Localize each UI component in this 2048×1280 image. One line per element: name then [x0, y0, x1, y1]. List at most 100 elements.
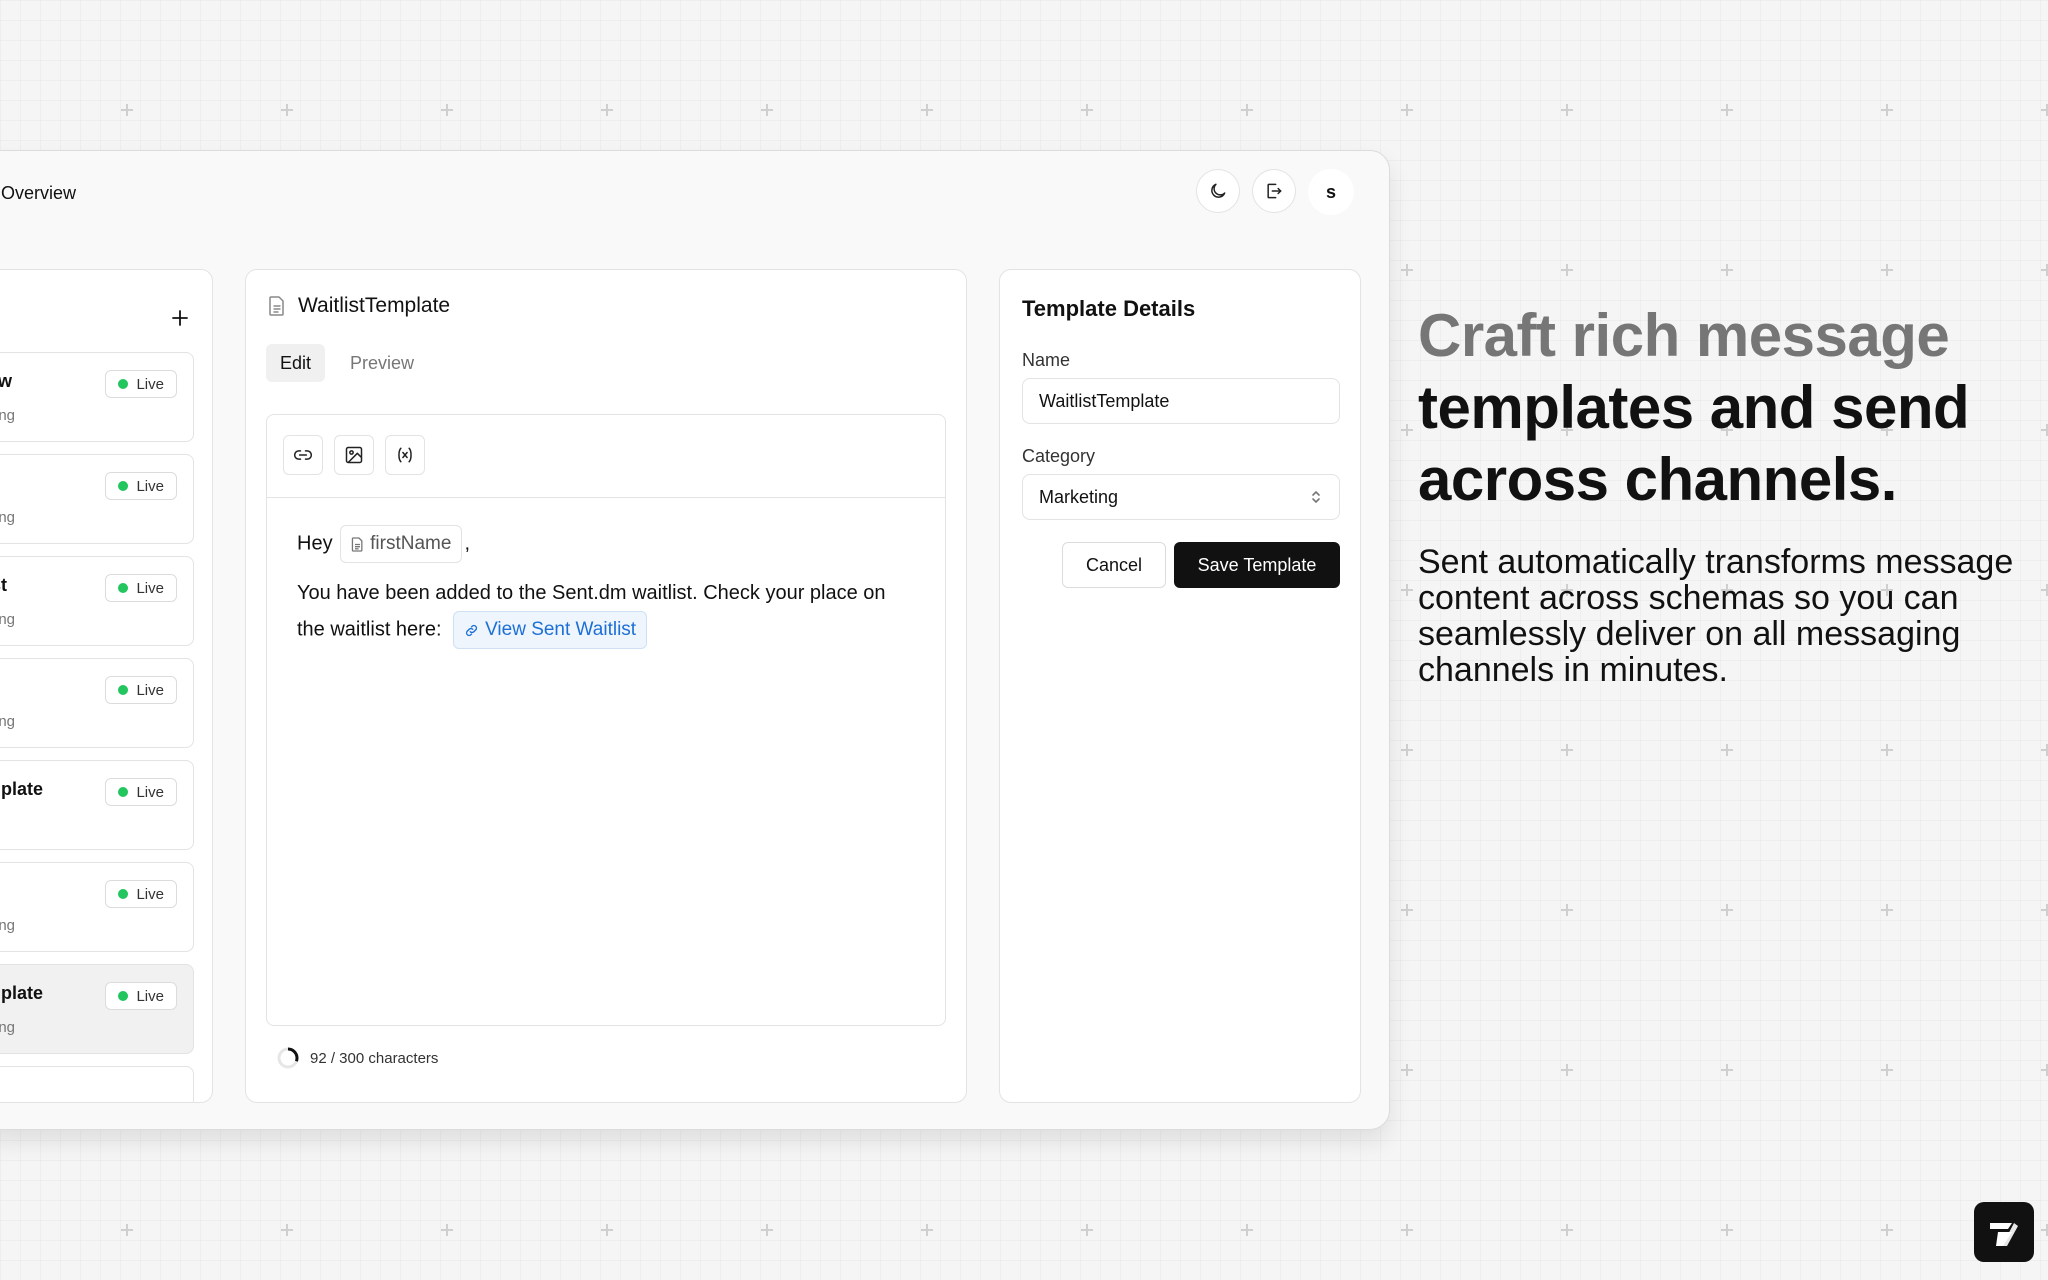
save-template-button[interactable]: Save Template [1174, 542, 1340, 588]
grid-plus-marker [121, 1224, 133, 1236]
template-list-item[interactable]: keting Live [0, 862, 194, 952]
status-label: Live [136, 885, 164, 903]
category-label: Category [1022, 446, 1096, 466]
grid-plus-marker [1241, 104, 1253, 116]
variable-chip[interactable]: firstName [340, 525, 463, 563]
template-list-item[interactable]: emplate keting Live [0, 964, 194, 1054]
template-list-item[interactable]: keting Live [0, 658, 194, 748]
grid-plus-marker [1401, 264, 1413, 276]
link-icon [466, 624, 478, 636]
grid-plus-marker [761, 104, 773, 116]
image-icon [345, 446, 363, 464]
grid-plus-marker [761, 1224, 773, 1236]
grid-plus-marker [2041, 424, 2048, 436]
grid-plus-marker [601, 104, 613, 116]
live-status-dot [118, 787, 129, 797]
template-list-panel: NewketingLiveketingLivetestketingLiveket… [0, 269, 213, 1103]
status-badge: Live [105, 778, 177, 806]
grid-plus-marker [1721, 744, 1733, 756]
hero-subtitle: Sent automatically transforms message co… [1418, 543, 2014, 689]
template-list-item[interactable]: emplate/Live [0, 760, 194, 850]
grid-plus-marker [1561, 104, 1573, 116]
cancel-button[interactable]: Cancel [1062, 542, 1166, 588]
status-badge: Live [105, 472, 177, 500]
name-label: Name [1022, 350, 1071, 370]
tab-edit[interactable]: Edit [266, 344, 326, 382]
link-icon [293, 450, 313, 460]
tab-preview[interactable]: Preview [336, 344, 428, 382]
add-template-button[interactable] [168, 306, 192, 330]
category-select[interactable]: Marketing [1022, 474, 1340, 520]
theme-toggle-button[interactable] [1196, 169, 1240, 213]
template-category: keting [0, 1019, 16, 1036]
grid-plus-marker [2041, 1224, 2048, 1236]
template-category: keting [0, 407, 16, 424]
link-text: View Sent Waitlist [485, 619, 637, 640]
status-label: Live [136, 375, 164, 393]
status-badge: Live [105, 982, 177, 1010]
grid-plus-marker [1401, 1224, 1413, 1236]
logout-button[interactable] [1252, 169, 1296, 213]
grid-plus-marker [1881, 744, 1893, 756]
grid-plus-marker [1721, 104, 1733, 116]
template-list-item[interactable] [0, 1066, 194, 1102]
live-status-dot [118, 379, 129, 389]
name-field[interactable]: WaitlistTemplate [1022, 378, 1340, 424]
message-editor[interactable]: Hey firstName , You have been added to t… [266, 414, 946, 1026]
status-label: Live [136, 477, 164, 495]
grid-plus-marker [1561, 1064, 1573, 1076]
template-list-item[interactable]: keting Live [0, 454, 194, 544]
grid-plus-marker [1721, 904, 1733, 916]
insert-image-button[interactable] [334, 435, 374, 475]
template-category: keting [0, 611, 16, 628]
grid-plus-marker [1561, 264, 1573, 276]
grid-plus-marker [1401, 424, 1413, 436]
template-category: keting [0, 917, 16, 934]
grid-plus-marker [1561, 1224, 1573, 1236]
category-value: Marketing [1039, 486, 1119, 507]
live-status-dot [118, 583, 129, 593]
grid-plus-marker [1081, 1224, 1093, 1236]
app-window: Overview s New keting Live keting Live test ke… [0, 150, 1390, 1130]
progress-ring-icon [277, 1047, 299, 1069]
logout-icon [1267, 183, 1282, 199]
plus-icon [172, 310, 188, 326]
status-badge: Live [105, 574, 177, 602]
moon-icon [1211, 183, 1226, 198]
character-count-text: 92 / 300 characters [310, 1049, 439, 1067]
status-badge: Live [105, 880, 177, 908]
comma-text: , [464, 532, 470, 555]
template-list-item[interactable]: test keting Live [0, 556, 194, 646]
insert-variable-button[interactable] [385, 435, 425, 475]
grid-plus-marker [1561, 744, 1573, 756]
hero-heading-line-1: Craft rich message [1418, 302, 1950, 369]
grid-plus-marker [441, 1224, 453, 1236]
waitlist-link-chip[interactable]: View Sent Waitlist [453, 611, 648, 649]
message-content[interactable]: Hey firstName , You have been added to t… [297, 525, 917, 649]
details-title: Template Details [1022, 296, 1196, 321]
grid-plus-marker [1881, 104, 1893, 116]
sent-logo [1974, 1202, 2034, 1262]
template-category: keting [0, 713, 16, 730]
insert-link-button[interactable] [283, 435, 323, 475]
grid-plus-marker [281, 1224, 293, 1236]
avatar[interactable]: s [1308, 169, 1354, 215]
grid-plus-marker [1721, 1064, 1733, 1076]
hero-section: Craft rich message templates and send ac… [1418, 300, 2038, 688]
status-label: Live [136, 681, 164, 699]
hero-heading-line-3: across channels. [1418, 446, 1897, 513]
status-label: Live [136, 579, 164, 597]
template-name: emplate [0, 983, 44, 1003]
status-badge: Live [105, 676, 177, 704]
grid-plus-marker [1721, 1224, 1733, 1236]
chevrons-updown-icon [1312, 491, 1320, 503]
grid-plus-marker [1401, 904, 1413, 916]
status-label: Live [136, 987, 164, 1005]
variable-icon [398, 447, 412, 463]
template-list-item[interactable]: New keting Live [0, 352, 194, 442]
grid-plus-marker [921, 104, 933, 116]
grid-plus-marker [2041, 264, 2048, 276]
grid-plus-marker [1401, 104, 1413, 116]
template-category: keting [0, 509, 16, 526]
live-status-dot [118, 889, 129, 899]
